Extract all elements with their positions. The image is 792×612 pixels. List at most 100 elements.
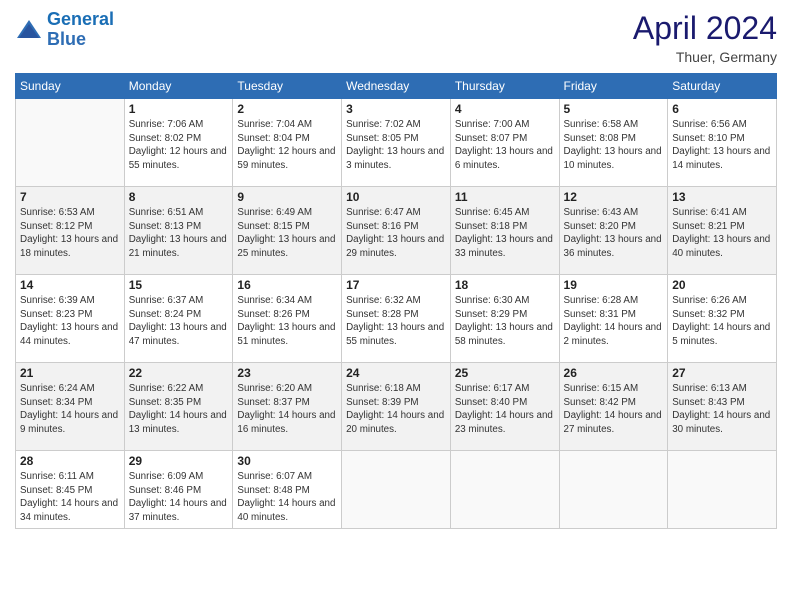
day-info: Sunrise: 6:13 AMSunset: 8:43 PMDaylight:… xyxy=(672,382,772,437)
day-info: Sunrise: 6:26 AMSunset: 8:32 PMDaylight:… xyxy=(672,294,772,349)
day-info: Sunrise: 6:43 AMSunset: 8:20 PMDaylight:… xyxy=(564,206,664,261)
calendar-cell: 8 Sunrise: 6:51 AMSunset: 8:13 PMDaylight… xyxy=(124,187,233,275)
day-number: 12 xyxy=(564,190,664,204)
day-info: Sunrise: 6:58 AMSunset: 8:08 PMDaylight:… xyxy=(564,118,664,173)
day-number: 2 xyxy=(237,102,337,116)
calendar-cell: 9 Sunrise: 6:49 AMSunset: 8:15 PMDaylight… xyxy=(233,187,342,275)
calendar-cell: 5 Sunrise: 6:58 AMSunset: 8:08 PMDaylight… xyxy=(559,99,668,187)
day-number: 28 xyxy=(20,454,120,468)
weekday-header-thursday: Thursday xyxy=(450,74,559,99)
calendar-cell: 6 Sunrise: 6:56 AMSunset: 8:10 PMDaylight… xyxy=(668,99,777,187)
calendar-cell: 29 Sunrise: 6:09 AMSunset: 8:46 PMDayligh… xyxy=(124,451,233,529)
calendar-cell xyxy=(342,451,451,529)
calendar-cell: 28 Sunrise: 6:11 AMSunset: 8:45 PMDayligh… xyxy=(16,451,125,529)
weekday-header-tuesday: Tuesday xyxy=(233,74,342,99)
day-info: Sunrise: 6:17 AMSunset: 8:40 PMDaylight:… xyxy=(455,382,555,437)
day-number: 9 xyxy=(237,190,337,204)
day-info: Sunrise: 6:18 AMSunset: 8:39 PMDaylight:… xyxy=(346,382,446,437)
day-info: Sunrise: 6:07 AMSunset: 8:48 PMDaylight:… xyxy=(237,470,337,525)
day-number: 5 xyxy=(564,102,664,116)
day-number: 20 xyxy=(672,278,772,292)
weekday-header-wednesday: Wednesday xyxy=(342,74,451,99)
calendar-cell: 20 Sunrise: 6:26 AMSunset: 8:32 PMDayligh… xyxy=(668,275,777,363)
calendar-cell: 24 Sunrise: 6:18 AMSunset: 8:39 PMDayligh… xyxy=(342,363,451,451)
weekday-header-friday: Friday xyxy=(559,74,668,99)
day-info: Sunrise: 6:47 AMSunset: 8:16 PMDaylight:… xyxy=(346,206,446,261)
calendar-cell: 12 Sunrise: 6:43 AMSunset: 8:20 PMDayligh… xyxy=(559,187,668,275)
day-info: Sunrise: 7:04 AMSunset: 8:04 PMDaylight:… xyxy=(237,118,337,173)
day-info: Sunrise: 6:39 AMSunset: 8:23 PMDaylight:… xyxy=(20,294,120,349)
day-number: 26 xyxy=(564,366,664,380)
calendar-cell: 30 Sunrise: 6:07 AMSunset: 8:48 PMDayligh… xyxy=(233,451,342,529)
day-number: 16 xyxy=(237,278,337,292)
day-number: 24 xyxy=(346,366,446,380)
day-number: 8 xyxy=(129,190,229,204)
calendar-cell: 27 Sunrise: 6:13 AMSunset: 8:43 PMDayligh… xyxy=(668,363,777,451)
page-header: General Blue April 2024 Thuer, Germany xyxy=(15,10,777,65)
day-info: Sunrise: 6:30 AMSunset: 8:29 PMDaylight:… xyxy=(455,294,555,349)
day-number: 19 xyxy=(564,278,664,292)
day-number: 23 xyxy=(237,366,337,380)
calendar-cell: 19 Sunrise: 6:28 AMSunset: 8:31 PMDayligh… xyxy=(559,275,668,363)
day-number: 29 xyxy=(129,454,229,468)
day-info: Sunrise: 7:06 AMSunset: 8:02 PMDaylight:… xyxy=(129,118,229,173)
calendar-cell: 26 Sunrise: 6:15 AMSunset: 8:42 PMDayligh… xyxy=(559,363,668,451)
day-number: 21 xyxy=(20,366,120,380)
logo-text: General Blue xyxy=(47,10,114,50)
day-info: Sunrise: 6:20 AMSunset: 8:37 PMDaylight:… xyxy=(237,382,337,437)
calendar-table: SundayMondayTuesdayWednesdayThursdayFrid… xyxy=(15,73,777,529)
day-number: 30 xyxy=(237,454,337,468)
day-info: Sunrise: 6:28 AMSunset: 8:31 PMDaylight:… xyxy=(564,294,664,349)
day-number: 4 xyxy=(455,102,555,116)
calendar-cell: 16 Sunrise: 6:34 AMSunset: 8:26 PMDayligh… xyxy=(233,275,342,363)
day-number: 14 xyxy=(20,278,120,292)
calendar-cell: 4 Sunrise: 7:00 AMSunset: 8:07 PMDaylight… xyxy=(450,99,559,187)
calendar-cell: 2 Sunrise: 7:04 AMSunset: 8:04 PMDaylight… xyxy=(233,99,342,187)
location: Thuer, Germany xyxy=(633,49,777,65)
month-year: April 2024 xyxy=(633,10,777,47)
day-info: Sunrise: 6:34 AMSunset: 8:26 PMDaylight:… xyxy=(237,294,337,349)
day-number: 11 xyxy=(455,190,555,204)
day-number: 13 xyxy=(672,190,772,204)
day-info: Sunrise: 6:37 AMSunset: 8:24 PMDaylight:… xyxy=(129,294,229,349)
calendar-cell: 7Sunrise: 6:53 AMSunset: 8:12 PMDaylight… xyxy=(16,187,125,275)
day-info: Sunrise: 7:00 AMSunset: 8:07 PMDaylight:… xyxy=(455,118,555,173)
day-info: Sunrise: 6:45 AMSunset: 8:18 PMDaylight:… xyxy=(455,206,555,261)
day-number: 25 xyxy=(455,366,555,380)
day-number: 22 xyxy=(129,366,229,380)
calendar-cell xyxy=(16,99,125,187)
day-info: Sunrise: 6:41 AMSunset: 8:21 PMDaylight:… xyxy=(672,206,772,261)
day-number: 1 xyxy=(129,102,229,116)
weekday-header-saturday: Saturday xyxy=(668,74,777,99)
day-info: Sunrise: 6:51 AMSunset: 8:13 PMDaylight:… xyxy=(129,206,229,261)
calendar-cell: 25 Sunrise: 6:17 AMSunset: 8:40 PMDayligh… xyxy=(450,363,559,451)
day-number: 15 xyxy=(129,278,229,292)
logo-icon xyxy=(15,18,43,42)
day-info: Sunrise: 6:09 AMSunset: 8:46 PMDaylight:… xyxy=(129,470,229,525)
day-number: 3 xyxy=(346,102,446,116)
calendar-cell: 21 Sunrise: 6:24 AMSunset: 8:34 PMDayligh… xyxy=(16,363,125,451)
calendar-cell xyxy=(559,451,668,529)
day-info: Sunrise: 6:15 AMSunset: 8:42 PMDaylight:… xyxy=(564,382,664,437)
calendar-cell xyxy=(668,451,777,529)
calendar-cell: 11 Sunrise: 6:45 AMSunset: 8:18 PMDayligh… xyxy=(450,187,559,275)
calendar-cell: 22Sunrise: 6:22 AMSunset: 8:35 PMDayligh… xyxy=(124,363,233,451)
calendar-cell: 1 Sunrise: 7:06 AMSunset: 8:02 PMDaylight… xyxy=(124,99,233,187)
day-info: Sunrise: 6:56 AMSunset: 8:10 PMDaylight:… xyxy=(672,118,772,173)
calendar-cell: 17Sunrise: 6:32 AMSunset: 8:28 PMDayligh… xyxy=(342,275,451,363)
calendar-cell: 3Sunrise: 7:02 AMSunset: 8:05 PMDaylight… xyxy=(342,99,451,187)
day-info: Sunrise: 6:53 AMSunset: 8:12 PMDaylight:… xyxy=(20,206,120,261)
calendar-cell: 13 Sunrise: 6:41 AMSunset: 8:21 PMDayligh… xyxy=(668,187,777,275)
weekday-header-sunday: Sunday xyxy=(16,74,125,99)
day-info: Sunrise: 6:32 AMSunset: 8:28 PMDaylight:… xyxy=(346,294,446,349)
calendar-cell: 18 Sunrise: 6:30 AMSunset: 8:29 PMDayligh… xyxy=(450,275,559,363)
day-number: 6 xyxy=(672,102,772,116)
day-info: Sunrise: 6:11 AMSunset: 8:45 PMDaylight:… xyxy=(20,470,120,525)
day-info: Sunrise: 6:49 AMSunset: 8:15 PMDaylight:… xyxy=(237,206,337,261)
calendar-cell xyxy=(450,451,559,529)
calendar-cell: 15 Sunrise: 6:37 AMSunset: 8:24 PMDayligh… xyxy=(124,275,233,363)
day-number: 27 xyxy=(672,366,772,380)
day-number: 18 xyxy=(455,278,555,292)
logo: General Blue xyxy=(15,10,114,50)
day-info: Sunrise: 6:24 AMSunset: 8:34 PMDaylight:… xyxy=(20,382,120,437)
